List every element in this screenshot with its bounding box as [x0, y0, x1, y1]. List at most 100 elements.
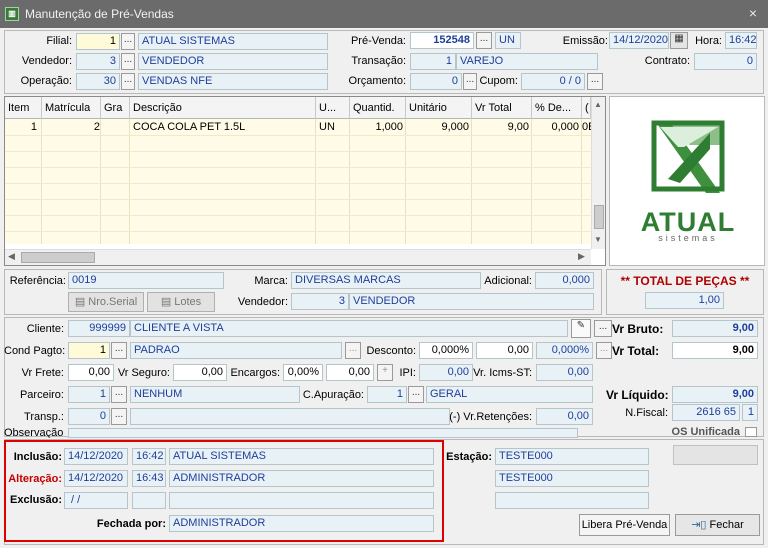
- vendedor-name-field: VENDEDOR: [138, 53, 328, 70]
- vendedor-code-input[interactable]: 3: [76, 53, 120, 70]
- prevenda-number-field[interactable]: 152548: [410, 32, 474, 49]
- parceiro-name-field: NENHUM: [130, 386, 300, 403]
- serial-icon: ▤: [74, 296, 89, 308]
- cupom-lookup-button[interactable]: ...: [587, 73, 603, 90]
- calendar-icon[interactable]: ▦: [670, 32, 688, 49]
- cond-pagto-extra-button[interactable]: ...: [345, 342, 361, 359]
- grid-horizontal-scrollbar[interactable]: ◀ ▶: [5, 249, 591, 265]
- col-header-item[interactable]: Item: [5, 97, 42, 119]
- operacao-lookup-button[interactable]: ...: [121, 73, 135, 90]
- cell-item: 1: [30, 121, 37, 133]
- vendedor-lookup-button[interactable]: ...: [121, 53, 135, 70]
- transp-lookup-button[interactable]: ...: [111, 408, 127, 425]
- vr-total-field: 9,00: [672, 342, 758, 359]
- cliente-lookup-button[interactable]: ...: [594, 320, 612, 337]
- cell-unidade: UN: [319, 121, 335, 133]
- retencoes-label: (-) Vr.Retenções:: [449, 411, 532, 423]
- encargos-value-input[interactable]: 0,00: [326, 364, 374, 381]
- close-icon[interactable]: ×: [744, 5, 762, 21]
- lotes-button[interactable]: ▤ Lotes: [147, 292, 215, 312]
- encargos-plus-icon[interactable]: +: [377, 364, 393, 381]
- cond-pagto-label: Cond Pagto:: [4, 345, 66, 357]
- col-header-grade[interactable]: Gra: [101, 97, 130, 119]
- os-unificada-checkbox[interactable]: [745, 427, 757, 437]
- cell-grade: [101, 120, 129, 135]
- hora-field[interactable]: 16:42: [725, 32, 757, 49]
- parceiro-label: Parceiro:: [19, 389, 64, 401]
- cond-pagto-name-field: PADRAO: [130, 342, 342, 359]
- operacao-code-input[interactable]: 30: [76, 73, 120, 90]
- app-icon: ▥: [5, 7, 19, 21]
- capuracao-code-input[interactable]: 1: [367, 386, 407, 403]
- desconto-value-input[interactable]: 0,00: [476, 342, 533, 359]
- desconto-lookup-button[interactable]: ...: [596, 342, 612, 359]
- nro-serial-label: Nro.Serial: [88, 296, 138, 308]
- col-header-vr-total[interactable]: Vr Total: [472, 97, 532, 119]
- vr-bruto-label: Vr Bruto:: [612, 322, 664, 336]
- filial-lookup-button[interactable]: ...: [121, 33, 135, 50]
- capuracao-lookup-button[interactable]: ...: [408, 386, 424, 403]
- cliente-code-input[interactable]: 999999: [68, 320, 130, 337]
- grid-header: Item Matrícula Gra Descrição U... Quanti…: [5, 97, 591, 119]
- lotes-icon: ▤: [160, 296, 175, 308]
- adicional-field: 0,000: [535, 272, 594, 289]
- estacao-inclusao-field: TESTE000: [495, 448, 649, 465]
- cell-more: 0E: [582, 121, 591, 133]
- col-header-unitario[interactable]: Unitário: [406, 97, 472, 119]
- window-title: Manutenção de Pré-Vendas: [25, 7, 174, 21]
- desconto-pct-input[interactable]: 0,000%: [419, 342, 473, 359]
- cond-pagto-lookup-button[interactable]: ...: [111, 342, 127, 359]
- cliente-name-field: CLIENTE A VISTA: [130, 320, 568, 337]
- observacao-field[interactable]: [68, 428, 578, 438]
- logo-subtitle: sistemas: [658, 233, 718, 243]
- cell-descricao: COCA COLA PET 1.5L: [133, 121, 246, 133]
- seguro-label: Vr Seguro:: [117, 367, 170, 379]
- filial-code-input[interactable]: 1: [76, 33, 120, 50]
- orcamento-field[interactable]: 0: [410, 73, 462, 90]
- edit-client-icon[interactable]: ✎: [571, 319, 591, 338]
- transacao-label: Transação:: [351, 55, 406, 67]
- orcamento-lookup-button[interactable]: ...: [463, 73, 477, 90]
- col-header-descricao[interactable]: Descrição: [130, 97, 316, 119]
- col-header-more[interactable]: (: [582, 97, 591, 119]
- estacao-exclusao-field: [495, 492, 649, 509]
- product-vendedor-code: 3: [291, 293, 349, 310]
- total-pecas-title: ** TOTAL DE PEÇAS **: [620, 274, 750, 288]
- col-header-matricula[interactable]: Matrícula: [42, 97, 101, 119]
- estacao-label: Estação:: [446, 451, 492, 463]
- exit-door-icon: ⇥▯: [691, 519, 710, 531]
- total-pecas-field: 1,00: [645, 292, 724, 309]
- nfiscal-serie-field: 1: [742, 404, 758, 421]
- nro-serial-button[interactable]: ▤ Nro.Serial: [68, 292, 144, 312]
- col-header-desconto[interactable]: % De...: [532, 97, 582, 119]
- vr-bruto-field: 9,00: [672, 320, 758, 337]
- vr-liquido-field: 9,00: [672, 386, 758, 403]
- transacao-name-field: VAREJO: [456, 53, 598, 70]
- fechar-button[interactable]: ⇥▯ Fechar: [675, 514, 760, 536]
- items-grid[interactable]: Item Matrícula Gra Descrição U... Quanti…: [4, 96, 606, 266]
- libera-prevenda-button[interactable]: Libera Pré-Venda: [579, 514, 670, 536]
- os-unificada-label: OS Unificada: [671, 426, 740, 437]
- emissao-date-field[interactable]: 14/12/2020: [609, 32, 669, 49]
- status-box: [673, 445, 758, 465]
- parceiro-code-input[interactable]: 1: [68, 386, 110, 403]
- seguro-input[interactable]: 0,00: [173, 364, 227, 381]
- parceiro-lookup-button[interactable]: ...: [111, 386, 127, 403]
- prevenda-lookup-button[interactable]: ...: [476, 32, 492, 49]
- transp-code-input[interactable]: 0: [68, 408, 110, 425]
- capuracao-name-field: GERAL: [426, 386, 593, 403]
- nfiscal-field: 2616 65: [672, 404, 740, 421]
- col-header-unidade[interactable]: U...: [316, 97, 350, 119]
- encargos-pct-input[interactable]: 0,00%: [283, 364, 323, 381]
- orcamento-label: Orçamento:: [348, 75, 406, 87]
- hscroll-thumb[interactable]: [21, 252, 95, 263]
- frete-input[interactable]: 0,00: [68, 364, 114, 381]
- transacao-code-input[interactable]: 1: [410, 53, 456, 70]
- referencia-label: Referência:: [9, 275, 66, 287]
- grid-vertical-scrollbar[interactable]: ▲ ▼: [591, 97, 605, 249]
- company-logo: ATUAL sistemas: [609, 96, 765, 266]
- col-header-quantidade[interactable]: Quantid.: [350, 97, 406, 119]
- cond-pagto-code-input[interactable]: 1: [68, 342, 110, 359]
- scroll-thumb[interactable]: [594, 205, 604, 229]
- contrato-field[interactable]: 0: [694, 53, 757, 70]
